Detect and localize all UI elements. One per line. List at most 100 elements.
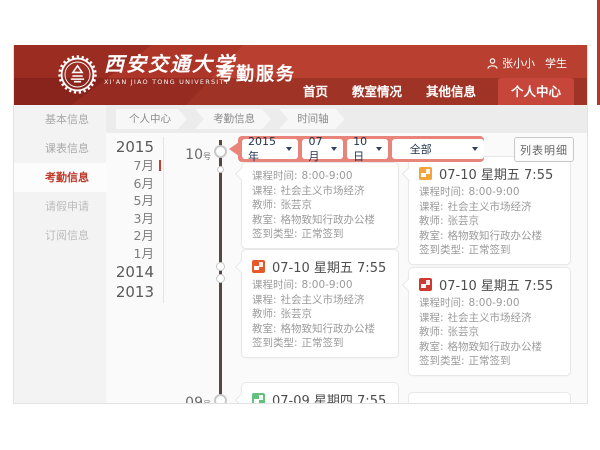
timeline-axis bbox=[219, 140, 222, 404]
field-label: 教室: bbox=[252, 214, 277, 226]
period-june[interactable]: 6月 bbox=[106, 175, 163, 193]
field-value: 社会主义市场经济 bbox=[448, 312, 532, 324]
field-value: 格物致知行政办公楼 bbox=[281, 214, 376, 226]
field-value: 社会主义市场经济 bbox=[281, 185, 365, 197]
category-select[interactable]: 全部 bbox=[392, 139, 484, 159]
field-label: 签到类型: bbox=[252, 337, 298, 349]
field-label: 课程: bbox=[252, 294, 277, 306]
period-january[interactable]: 1月 bbox=[106, 245, 163, 263]
chevron-down-icon bbox=[472, 147, 478, 151]
field-value: 8:00-9:00 bbox=[302, 170, 353, 182]
attendance-status-icon bbox=[252, 260, 265, 273]
field-value: 格物致知行政办公楼 bbox=[281, 323, 376, 335]
field-value: 社会主义市场经济 bbox=[281, 294, 365, 306]
person-icon bbox=[487, 58, 498, 69]
field-value: 正常签到 bbox=[469, 355, 511, 367]
attendance-card-row1-right: 07-10 星期五 7:55 课程时间:8:00-9:00 课程:社会主义市场经… bbox=[408, 156, 571, 265]
sidebar-item-leave-request[interactable]: 请假申请 bbox=[14, 192, 106, 221]
page-canvas: { "header": { "university": "西安交通大学", "u… bbox=[0, 0, 600, 450]
user-name: 张小小 bbox=[502, 55, 535, 71]
nav-personal-center-active[interactable]: 个人中心 bbox=[498, 78, 574, 105]
nav-other-info[interactable]: 其他信息 bbox=[424, 78, 478, 105]
field-label: 课程时间: bbox=[419, 297, 465, 309]
day-label-10: 10号 bbox=[171, 144, 211, 163]
timeline-node-small-3 bbox=[216, 274, 225, 283]
timeline-node-day10 bbox=[214, 145, 227, 158]
month-select[interactable]: 07月 bbox=[302, 139, 343, 159]
period-february[interactable]: 2月 bbox=[106, 227, 163, 245]
field-label: 签到类型: bbox=[419, 355, 465, 367]
field-value: 张芸京 bbox=[448, 215, 480, 227]
card-date: 07-09 星期四 7:55 bbox=[272, 390, 386, 405]
card-date: 07-10 星期五 7:55 bbox=[272, 257, 386, 276]
breadcrumb-timeline[interactable]: 时间轴 bbox=[279, 109, 345, 129]
period-july-active[interactable]: 7月 bbox=[106, 157, 163, 175]
sidebar-item-attendance-info[interactable]: 考勤信息 bbox=[14, 163, 106, 192]
timeline-node-small-1 bbox=[217, 166, 224, 173]
field-label: 教师: bbox=[419, 326, 444, 338]
field-value: 8:00-9:00 bbox=[469, 297, 520, 309]
attendance-card-row3-left: 07-09 星期四 7:55 bbox=[241, 382, 399, 404]
field-label: 教室: bbox=[419, 341, 444, 353]
field-value: 社会主义市场经济 bbox=[448, 201, 532, 213]
field-label: 教室: bbox=[419, 230, 444, 242]
period-2014[interactable]: 2014 bbox=[106, 262, 163, 282]
field-value: 8:00-9:00 bbox=[302, 279, 353, 291]
user-info[interactable]: 张小小 学生 bbox=[487, 55, 567, 71]
chevron-down-icon bbox=[286, 147, 292, 151]
sidebar: 基本信息 课表信息 考勤信息 请假申请 订阅信息 bbox=[14, 105, 106, 403]
day-label-09: 09号 bbox=[171, 392, 211, 404]
card-date: 07-10 星期五 7:55 bbox=[439, 275, 553, 294]
card-date: 07-10 星期五 7:55 bbox=[439, 164, 553, 183]
field-label: 课程时间: bbox=[419, 186, 465, 198]
year-select[interactable]: 2015年 bbox=[242, 139, 298, 159]
period-2013[interactable]: 2013 bbox=[106, 282, 163, 302]
field-label: 签到类型: bbox=[419, 244, 465, 256]
active-month-marker bbox=[159, 160, 161, 171]
day-select[interactable]: 10日 bbox=[347, 139, 388, 159]
attendance-status-icon bbox=[419, 167, 432, 180]
period-march[interactable]: 3月 bbox=[106, 210, 163, 228]
filter-bubble: 2015年 07月 10日 全部 bbox=[238, 136, 484, 162]
field-label: 课程: bbox=[252, 185, 277, 197]
field-value: 张芸京 bbox=[448, 326, 480, 338]
period-may[interactable]: 5月 bbox=[106, 192, 163, 210]
field-label: 课程时间: bbox=[252, 170, 298, 182]
sidebar-item-basic-info[interactable]: 基本信息 bbox=[14, 105, 106, 134]
timeline-node-small-2 bbox=[216, 262, 225, 271]
user-role: 学生 bbox=[545, 55, 567, 71]
field-label: 教室: bbox=[252, 323, 277, 335]
attendance-card-row2-right: 07-10 星期五 7:55 课程时间: 8:00-9:00 课程: 社会主义市场经… bbox=[408, 267, 571, 376]
main-nav: 首页 教室情况 其他信息 个人中心 bbox=[301, 78, 574, 105]
university-seal-logo bbox=[58, 55, 97, 94]
breadcrumb-attendance-info[interactable]: 考勤信息 bbox=[195, 109, 271, 129]
sidebar-item-schedule-info[interactable]: 课表信息 bbox=[14, 134, 106, 163]
field-value: 正常签到 bbox=[302, 228, 344, 240]
chevron-down-icon bbox=[331, 147, 337, 151]
field-value: 正常签到 bbox=[469, 244, 511, 256]
app-window: 西安交通大学 XI'AN JIAO TONG UNIVERSITY 考勤服务 张… bbox=[13, 45, 588, 404]
field-label: 签到类型: bbox=[252, 228, 298, 240]
chevron-down-icon bbox=[376, 147, 382, 151]
nav-home[interactable]: 首页 bbox=[301, 78, 330, 105]
attendance-status-icon bbox=[252, 393, 265, 405]
period-2015[interactable]: 2015 bbox=[106, 137, 163, 157]
field-label: 教师: bbox=[252, 199, 277, 211]
nav-classrooms[interactable]: 教室情况 bbox=[350, 78, 404, 105]
breadcrumb-personal-center[interactable]: 个人中心 bbox=[116, 109, 187, 129]
field-label: 课程: bbox=[419, 312, 444, 324]
field-label: 教师: bbox=[252, 308, 277, 320]
field-value: 格物致知行政办公楼 bbox=[448, 230, 543, 242]
field-value: 张芸京 bbox=[281, 199, 313, 211]
field-value: 正常签到 bbox=[302, 337, 344, 349]
field-value: 张芸京 bbox=[281, 308, 313, 320]
attendance-card-row3-right bbox=[408, 392, 571, 404]
list-detail-button[interactable]: 列表明细 bbox=[514, 137, 574, 162]
service-title: 考勤服务 bbox=[216, 60, 296, 86]
field-value: 格物致知行政办公楼 bbox=[448, 341, 543, 353]
attendance-card-row2-left: 07-10 星期五 7:55 课程时间:8:00-9:00 课程:社会主义市场经… bbox=[241, 249, 399, 358]
attendance-card-row1-left: 课程时间: 8:00-9:00 课程: 社会主义市场经济 教师: 张芸京 教室: 格物致… bbox=[241, 162, 399, 249]
field-label: 教师: bbox=[419, 215, 444, 227]
attendance-status-icon bbox=[419, 278, 432, 291]
sidebar-item-subscription-info[interactable]: 订阅信息 bbox=[14, 221, 106, 250]
